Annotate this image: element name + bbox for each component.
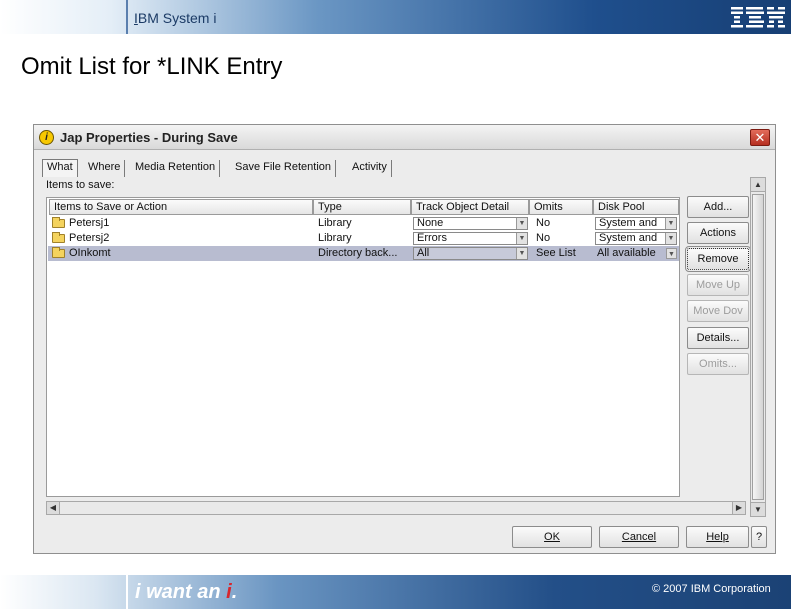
track-detail-combo[interactable]: None ▼ bbox=[413, 217, 528, 230]
tab-media-retention[interactable]: Media Retention bbox=[131, 160, 221, 177]
move-up-button[interactable]: Move Up bbox=[687, 274, 749, 296]
combo-value: System and bbox=[599, 232, 658, 244]
track-detail-combo[interactable]: Errors ▼ bbox=[413, 232, 528, 245]
header-separator bbox=[126, 0, 128, 34]
omits-button[interactable]: Omits... bbox=[687, 353, 749, 375]
tab-what[interactable]: What bbox=[42, 159, 78, 177]
column-header-type[interactable]: Type bbox=[313, 199, 411, 215]
app-info-icon: i bbox=[39, 130, 54, 145]
scroll-left-icon[interactable]: ◀ bbox=[47, 502, 60, 514]
cell-omits: No bbox=[536, 232, 551, 244]
disk-pool-combo[interactable]: System and ▼ bbox=[595, 232, 677, 245]
chevron-down-icon: ▼ bbox=[516, 248, 527, 259]
scroll-down-icon[interactable]: ▼ bbox=[751, 502, 765, 516]
help-button[interactable]: Help bbox=[686, 526, 749, 548]
cancel-button[interactable]: Cancel bbox=[599, 526, 679, 548]
folder-icon bbox=[52, 217, 65, 228]
scroll-right-icon[interactable]: ▶ bbox=[732, 502, 745, 514]
properties-dialog: i Jap Properties - During Save ✕ What Wh… bbox=[33, 124, 776, 554]
tab-where[interactable]: Where bbox=[84, 160, 126, 177]
tab-save-file-retention[interactable]: Save File Retention bbox=[231, 160, 336, 177]
dialog-title: Jap Properties - During Save bbox=[60, 130, 238, 145]
add-button[interactable]: Add... bbox=[687, 196, 749, 218]
cell-type: Directory back... bbox=[318, 247, 398, 259]
move-down-button[interactable]: Move Dov bbox=[687, 300, 749, 322]
disk-pool-combo[interactable]: System and ▼ bbox=[595, 217, 677, 230]
cell-omits: No bbox=[536, 217, 551, 229]
combo-value: Errors bbox=[417, 232, 447, 244]
cell-name: Petersj2 bbox=[69, 232, 110, 244]
ibm-logo bbox=[731, 7, 785, 28]
remove-button[interactable]: Remove bbox=[685, 246, 751, 272]
column-header-omits[interactable]: Omits bbox=[529, 199, 593, 215]
track-detail-combo[interactable]: All ▼ bbox=[413, 247, 528, 260]
footer-separator bbox=[126, 575, 128, 609]
close-button[interactable]: ✕ bbox=[750, 129, 770, 146]
combo-value: All bbox=[417, 247, 430, 259]
vertical-scrollbar[interactable]: ▲ ▼ bbox=[750, 177, 766, 517]
cell-type: Library bbox=[318, 217, 352, 229]
slide-header: IBM System i bbox=[0, 0, 791, 34]
items-table: Items to Save or Action Type Track Objec… bbox=[46, 197, 680, 497]
cancel-button-label: Cancel bbox=[621, 531, 657, 543]
copyright: © 2007 IBM Corporation bbox=[652, 583, 771, 595]
table-row[interactable]: Petersj2 Library Errors ▼ No System and … bbox=[48, 231, 679, 246]
chevron-down-icon: ▼ bbox=[665, 218, 676, 229]
column-header-items[interactable]: Items to Save or Action bbox=[49, 199, 313, 215]
combo-value: System and bbox=[599, 217, 658, 229]
folder-icon bbox=[52, 247, 65, 258]
scroll-thumb[interactable] bbox=[752, 194, 764, 500]
cell-name: Petersj1 bbox=[69, 217, 110, 229]
header-brand: IBM System i bbox=[134, 10, 217, 26]
column-header-disk-pool[interactable]: Disk Pool bbox=[593, 199, 679, 215]
ok-button-label: OK bbox=[544, 531, 560, 543]
tagline: i want an i. bbox=[135, 581, 237, 604]
items-to-save-label: Items to save: bbox=[46, 179, 115, 191]
tagline-prefix: i want an bbox=[135, 581, 227, 603]
tab-activity[interactable]: Activity bbox=[348, 160, 392, 177]
cell-omits[interactable]: See List bbox=[536, 246, 576, 261]
table-row-selected[interactable]: OInkomt Directory back... All ▼ See List… bbox=[48, 246, 679, 261]
whats-this-button[interactable]: ? bbox=[751, 526, 767, 548]
tagline-suffix: . bbox=[231, 581, 238, 603]
chevron-down-icon: ▼ bbox=[516, 218, 527, 229]
dialog-titlebar[interactable]: i Jap Properties - During Save ✕ bbox=[34, 125, 775, 150]
column-header-track[interactable]: Track Object Detail bbox=[411, 199, 529, 215]
combo-value: None bbox=[417, 217, 444, 229]
cell-name: OInkomt bbox=[69, 247, 111, 259]
details-button[interactable]: Details... bbox=[687, 327, 749, 349]
chevron-down-icon[interactable]: ▼ bbox=[666, 248, 677, 259]
scroll-up-icon[interactable]: ▲ bbox=[751, 178, 765, 192]
cell-type: Library bbox=[318, 232, 352, 244]
folder-icon bbox=[52, 232, 65, 243]
chevron-down-icon: ▼ bbox=[516, 233, 527, 244]
horizontal-scrollbar[interactable]: ◀ ▶ bbox=[46, 501, 746, 515]
cell-disk-pool: All available bbox=[597, 247, 656, 259]
slide-title: Omit List for *LINK Entry bbox=[21, 53, 283, 80]
chevron-down-icon: ▼ bbox=[665, 233, 676, 244]
slide-footer: i want an i. © 2007 IBM Corporation bbox=[0, 575, 791, 609]
table-row[interactable]: Petersj1 Library None ▼ No System and ▼ bbox=[48, 216, 679, 231]
help-button-label: Help bbox=[706, 531, 729, 543]
ok-button[interactable]: OK bbox=[512, 526, 592, 548]
actions-button[interactable]: Actions bbox=[687, 222, 749, 244]
